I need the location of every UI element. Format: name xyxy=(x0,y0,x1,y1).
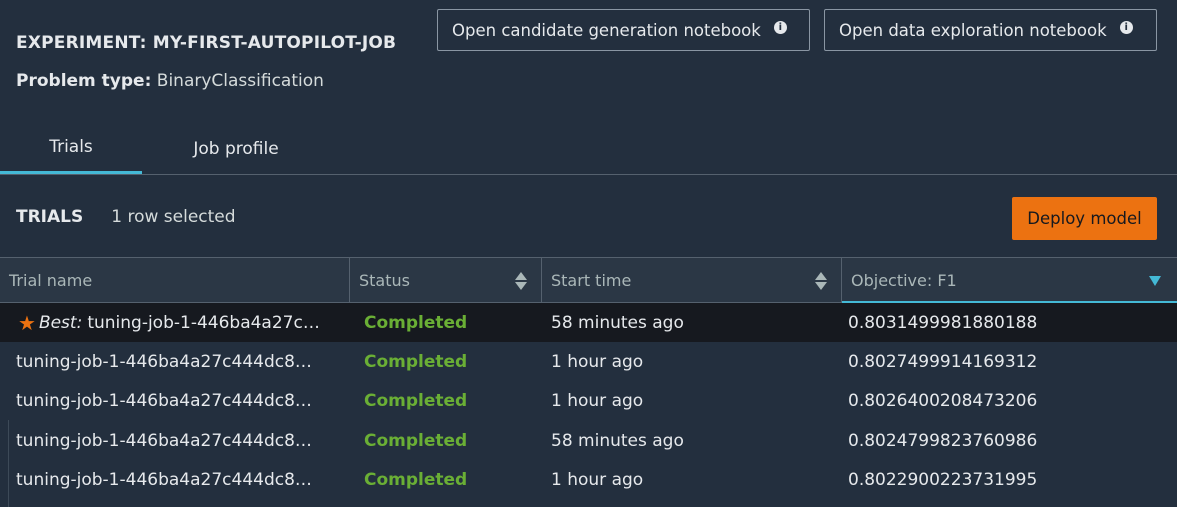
divider xyxy=(8,420,9,507)
start-time-cell: 1 hour ago xyxy=(551,391,644,412)
table-row[interactable]: tuning-job-1-446ba4a27c444dc8… Completed… xyxy=(0,421,1177,460)
tab-bar: Trials Job profile xyxy=(0,123,1177,175)
trial-name-cell: tuning-job-1-446ba4a27c444dc8… xyxy=(16,351,312,372)
selection-count: 1 row selected xyxy=(111,207,236,227)
experiment-title: EXPERIMENT: MY-FIRST-AUTOPILOT-JOB xyxy=(16,33,397,53)
status-cell: Completed xyxy=(364,470,468,491)
deploy-model-button[interactable]: Deploy model xyxy=(1012,197,1157,240)
objective-cell: 0.8026400208473206 xyxy=(848,391,1038,412)
info-icon[interactable]: i xyxy=(773,20,787,34)
status-cell: Completed xyxy=(364,351,468,372)
objective-cell: 0.8024799823760986 xyxy=(848,430,1038,451)
problem-type-label: Problem type: xyxy=(16,71,152,91)
start-time-cell: 58 minutes ago xyxy=(551,312,684,333)
column-label: Trial name xyxy=(9,271,93,290)
trial-name-cell: tuning-job-1-446ba4a27c444dc8… xyxy=(16,470,312,491)
problem-type-value: BinaryClassification xyxy=(156,71,324,91)
tab-job-profile[interactable]: Job profile xyxy=(160,123,312,174)
table-row[interactable]: tuning-job-1-446ba4a27c444dc8… Completed… xyxy=(0,382,1177,421)
star-icon: ★ xyxy=(18,310,36,335)
sort-desc-icon[interactable] xyxy=(1149,276,1161,286)
table-row[interactable]: ★ Best: tuning-job-1-446ba4a27c… Complet… xyxy=(0,303,1177,343)
status-cell: Completed xyxy=(364,430,468,451)
table-row[interactable]: tuning-job-1-446ba4a27c444dc8… Completed… xyxy=(0,461,1177,500)
column-header-trial-name[interactable]: Trial name xyxy=(0,258,349,303)
open-candidate-notebook-button[interactable]: Open candidate generation notebook i xyxy=(437,9,810,51)
trials-table: Trial name Status Start time Objective: … xyxy=(0,257,1177,500)
trials-header: TRIALS 1 row selected xyxy=(16,207,236,227)
status-cell: Completed xyxy=(364,391,468,412)
sort-icon[interactable] xyxy=(515,272,527,290)
column-label: Objective: F1 xyxy=(851,271,957,290)
sort-icon[interactable] xyxy=(815,272,827,290)
start-time-cell: 1 hour ago xyxy=(551,351,644,372)
table-row[interactable]: tuning-job-1-446ba4a27c444dc8… Completed… xyxy=(0,342,1177,381)
status-cell: Completed xyxy=(364,312,468,333)
column-label: Status xyxy=(359,271,410,290)
start-time-cell: 58 minutes ago xyxy=(551,430,684,451)
trial-name-cell: tuning-job-1-446ba4a27c444dc8… xyxy=(16,430,312,451)
objective-cell: 0.8027499914169312 xyxy=(848,351,1038,372)
column-header-status[interactable]: Status xyxy=(349,258,541,303)
problem-type: Problem type: BinaryClassification xyxy=(16,71,324,91)
info-icon[interactable]: i xyxy=(1119,20,1133,34)
column-header-objective[interactable]: Objective: F1 xyxy=(841,258,1177,303)
best-label: Best: xyxy=(38,312,83,333)
tab-trials[interactable]: Trials xyxy=(0,123,142,174)
exploration-button-label: Open data exploration notebook xyxy=(839,20,1107,40)
column-header-start-time[interactable]: Start time xyxy=(541,258,841,303)
trial-name: tuning-job-1-446ba4a27c… xyxy=(87,312,320,333)
candidate-button-label: Open candidate generation notebook xyxy=(452,20,761,40)
autopilot-experiment-page: EXPERIMENT: MY-FIRST-AUTOPILOT-JOB Probl… xyxy=(0,0,1177,507)
objective-cell: 0.8022900223731995 xyxy=(848,470,1038,491)
trial-name-cell: tuning-job-1-446ba4a27c444dc8… xyxy=(16,391,312,412)
table-header: Trial name Status Start time Objective: … xyxy=(0,257,1177,303)
trial-name-cell: ★ Best: tuning-job-1-446ba4a27c… xyxy=(16,303,349,342)
open-exploration-notebook-button[interactable]: Open data exploration notebook i xyxy=(824,9,1157,51)
column-label: Start time xyxy=(551,271,632,290)
start-time-cell: 1 hour ago xyxy=(551,470,644,491)
objective-cell: 0.8031499981880188 xyxy=(848,312,1038,333)
trials-title: TRIALS xyxy=(16,207,84,227)
